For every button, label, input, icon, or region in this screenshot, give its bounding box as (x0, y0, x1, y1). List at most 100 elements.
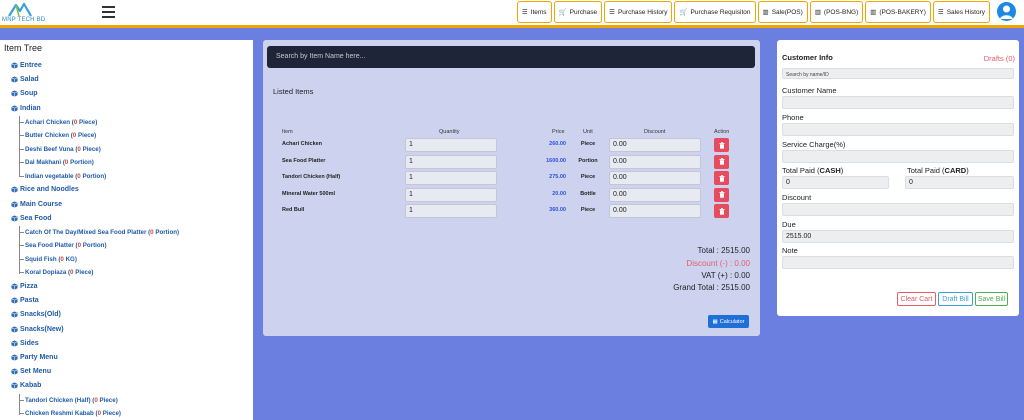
cart-row-discount-input[interactable]: 0.00 (609, 154, 701, 169)
cart-row-delete-button[interactable] (714, 138, 729, 152)
tree-category[interactable]: Main Course (11, 201, 62, 208)
tree-category[interactable]: Kabab (11, 382, 41, 389)
tree-category[interactable]: Salad (11, 76, 39, 83)
cube-icon (11, 325, 18, 333)
cart-row-discount-input[interactable]: 0.00 (609, 187, 701, 202)
tree-category[interactable]: Set Menu (11, 368, 51, 375)
cart-row-quantity-input[interactable]: 1 (405, 138, 497, 152)
tree-leaf-item[interactable]: Deshi Beef Vuna (0 Piece) (19, 146, 101, 153)
tree-leaf-item[interactable]: Sea Food Platter (0 Portion) (19, 242, 107, 249)
phone-input[interactable] (782, 123, 1014, 136)
cart-row-delete-button[interactable] (714, 171, 729, 185)
nav-purchase-requisition-button[interactable]: 🛒 Purchase Requisiton (674, 1, 756, 23)
cube-icon (11, 297, 18, 304)
item-tree: Item Tree Entree Salad Soup Indian Achari Ch… (0, 40, 253, 420)
cart-row-quantity-input[interactable]: 1 (405, 204, 497, 218)
tree-category[interactable]: Entree (11, 62, 42, 69)
cube-icon (11, 186, 18, 193)
cart-row-delete-button[interactable] (714, 187, 729, 202)
calculator-button[interactable]: ▦ Calculator (708, 315, 749, 328)
total-paid-card-input[interactable]: 0 (905, 176, 1014, 189)
cart-panel: Search by Item Name here... Listed Items… (263, 40, 760, 336)
draft-bill-button[interactable]: Draft Bill (938, 292, 973, 306)
nav-pos-bakery-button[interactable]: ▥ (POS-BAKERY) (865, 1, 931, 23)
cart-row-delete-button[interactable] (714, 154, 729, 169)
calculator-icon: ▦ (712, 318, 718, 325)
cube-icon (11, 90, 18, 97)
cart-row-quantity-input[interactable]: 1 (405, 154, 497, 169)
cart-row-discount-input[interactable]: 0.00 (609, 204, 701, 218)
total-paid-cash-input[interactable]: 0 (782, 176, 889, 189)
barcode-icon: ▥ (870, 9, 877, 16)
tree-category[interactable]: Indian (11, 105, 41, 112)
discount-input[interactable] (782, 203, 1014, 216)
cart-row-item: Sea Food Platter (282, 157, 326, 164)
cart-row-unit: Piece (580, 174, 596, 180)
save-bill-button[interactable]: Save Bill (975, 292, 1008, 306)
column-header-price: Price (552, 129, 565, 135)
listed-items-title: Listed Items (273, 87, 314, 96)
tree-category[interactable]: Pasta (11, 297, 39, 304)
trash-icon (719, 207, 724, 215)
cart-row-delete-button[interactable] (714, 204, 729, 218)
vat-text: VAT (+) : 0.00 (701, 271, 750, 280)
list-icon: ☰ (937, 9, 944, 16)
tree-category[interactable]: Pizza (11, 283, 38, 290)
note-input[interactable] (782, 256, 1014, 269)
tree-category[interactable]: Soup (11, 90, 38, 97)
tree-category[interactable]: Snacks(New) (11, 326, 64, 333)
grand-total-text: Grand Total : 2515.00 (673, 283, 750, 292)
cart-row-quantity-input[interactable]: 1 (405, 171, 497, 185)
tree-leaf-item[interactable]: Achari Chicken (0 Piece) (19, 119, 97, 126)
customer-name-input[interactable] (782, 96, 1014, 109)
drafts-link[interactable]: Drafts (0) (984, 54, 1015, 63)
tree-category[interactable]: Party Menu (11, 354, 58, 361)
tree-leaf-item[interactable]: Dal Makhani (0 Portion) (19, 159, 94, 166)
barcode-icon: ▥ (814, 9, 821, 16)
clear-cart-button[interactable]: Clear Cart (897, 292, 936, 306)
trash-icon (719, 158, 724, 165)
service-charge-input[interactable] (782, 150, 1014, 163)
cart-icon: 🛒 (558, 9, 567, 16)
tree-category[interactable]: Rice and Noodles (11, 186, 79, 193)
logo[interactable]: MNP TECH BD (2, 2, 45, 26)
tree-leaf-item[interactable]: Koral Dopiaza (0 Piece) (19, 269, 93, 276)
tree-leaf-item[interactable]: Indian vegetable (0 Portion) (19, 173, 106, 180)
customer-panel: Customer Info Drafts (0) Search by name/… (777, 40, 1019, 316)
tree-category[interactable]: Snacks(Old) (11, 311, 61, 318)
total-text: Total : 2515.00 (697, 246, 750, 255)
user-avatar[interactable] (997, 2, 1016, 21)
column-header-item: Item (282, 129, 293, 135)
nav-purchase-button[interactable]: 🛒 Purchase (553, 1, 603, 23)
column-header-quantity: Quantity (439, 129, 460, 135)
customer-search-input[interactable]: Search by name/ID (782, 68, 1014, 79)
tree-leaf-item[interactable]: Tandori Chicken (Half) (0 Piece) (19, 397, 118, 404)
cart-row-price: 260.00 (549, 141, 566, 147)
nav-purchase-history-button[interactable]: ☰ Purchase History (604, 1, 673, 23)
nav-sales-history-button[interactable]: ☰ Sales History (932, 1, 990, 23)
cart-row-price: 275.00 (549, 174, 566, 180)
hamburger-icon (102, 6, 115, 8)
customer-info-title: Customer Info (782, 53, 833, 62)
due-input[interactable]: 2515.00 (782, 230, 1014, 243)
tree-leaf-item[interactable]: Butter Chicken (0 Piece) (19, 132, 96, 139)
trash-icon (719, 174, 724, 182)
cube-icon (11, 311, 18, 318)
cart-row-price: 1600.00 (546, 157, 566, 164)
item-search-input[interactable]: Search by Item Name here... (267, 46, 755, 68)
tree-category[interactable]: Sides (11, 340, 39, 347)
nav-sale-pos-button[interactable]: ▥ Sale(POS) (757, 1, 808, 23)
tree-leaf-item[interactable]: Squid Fish (0 KG) (19, 256, 77, 263)
cube-icon (11, 62, 18, 69)
tree-leaf-item[interactable]: Chicken Reshmi Kabab (0 Piece) (19, 410, 121, 417)
cart-row-discount-input[interactable]: 0.00 (609, 138, 701, 152)
nav-items-button[interactable]: ☰ Items (516, 1, 552, 23)
cart-row-quantity-input[interactable]: 1 (405, 187, 497, 202)
customer-name-label: Customer Name (782, 86, 837, 95)
cart-row-discount-input[interactable]: 0.00 (609, 171, 701, 185)
menu-toggle-button[interactable] (102, 6, 115, 18)
logo-mountain-icon (8, 2, 32, 17)
nav-pos-bng-button[interactable]: ▥ (POS-BNG) (809, 1, 864, 23)
tree-category[interactable]: Sea Food (11, 215, 52, 222)
tree-leaf-item[interactable]: Catch Of The Day/Mixed Sea Food Platter … (19, 229, 179, 236)
